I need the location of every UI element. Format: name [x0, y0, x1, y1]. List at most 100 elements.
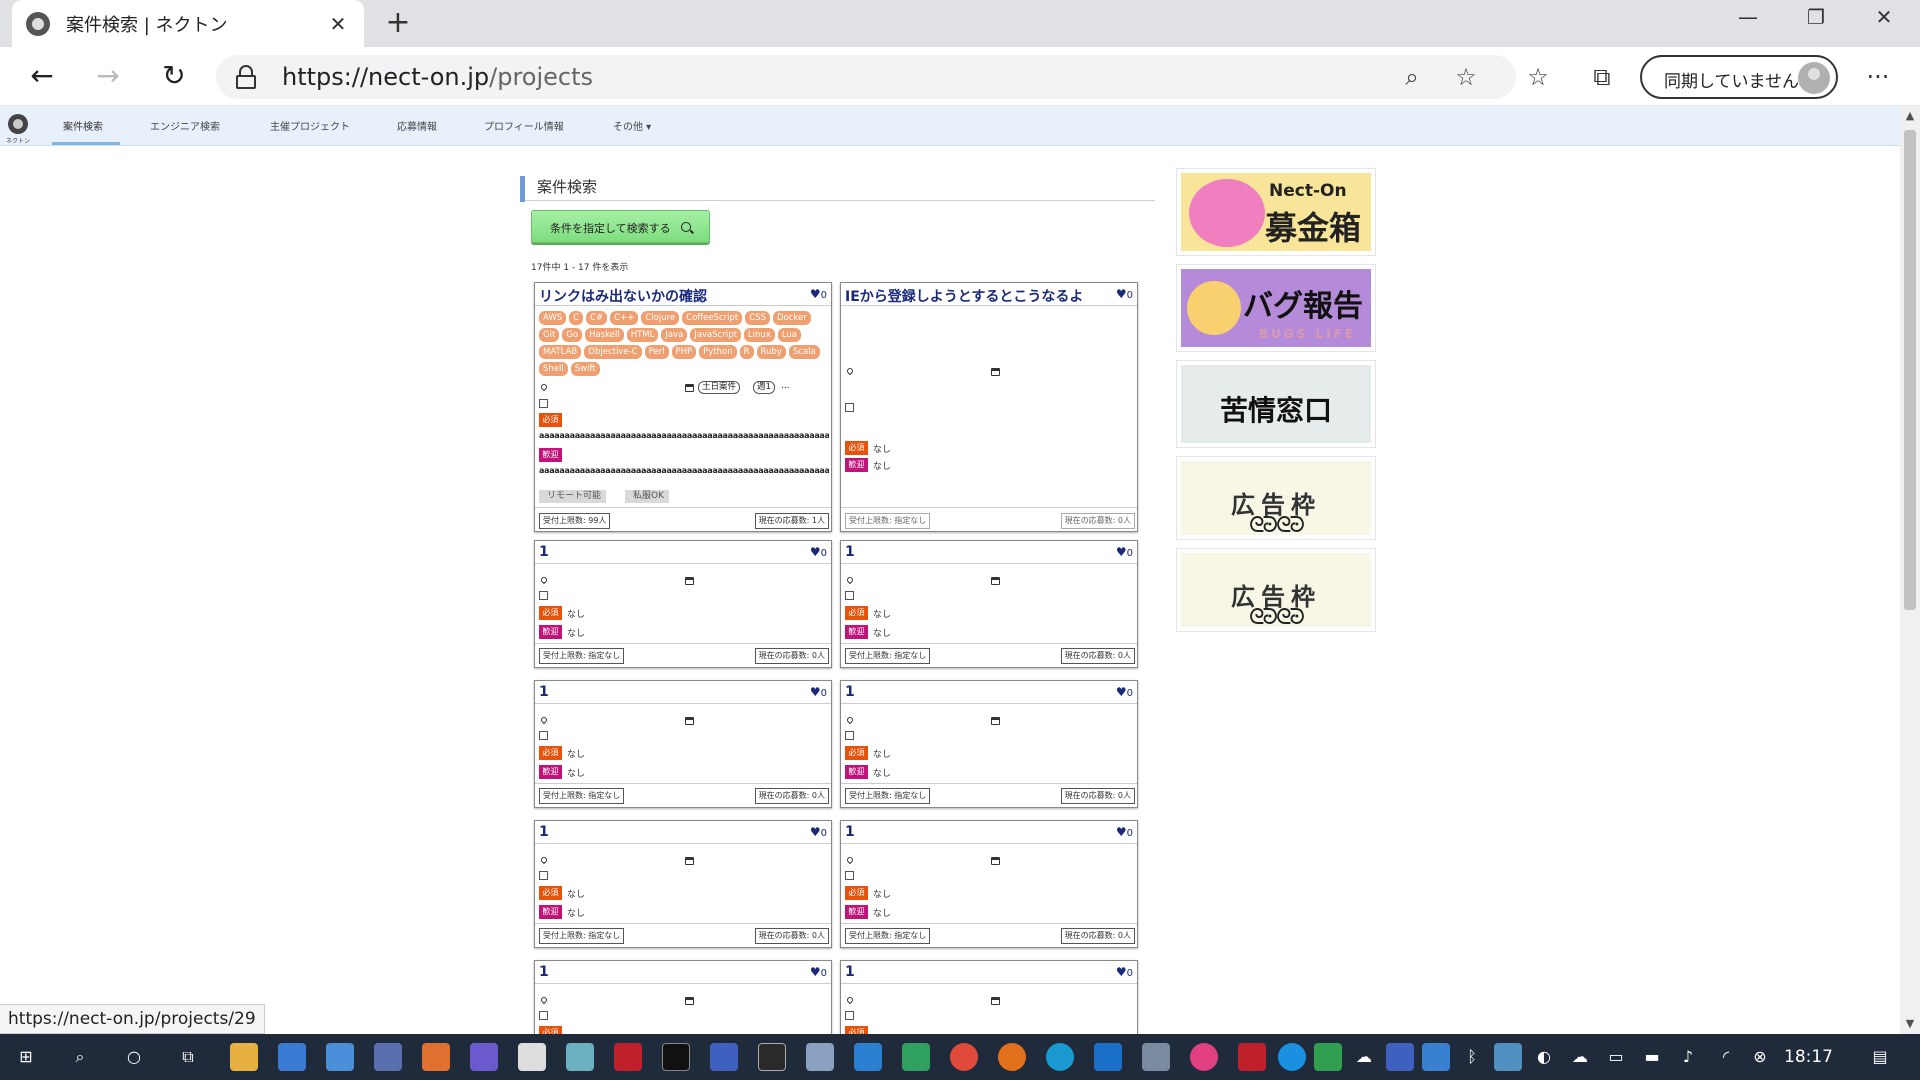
app-icon[interactable] [614, 1043, 642, 1071]
app-icon[interactable] [758, 1043, 786, 1071]
task-view-icon[interactable]: ⧉ [174, 1043, 202, 1071]
volume-icon[interactable]: ♪ [1674, 1043, 1702, 1071]
project-title[interactable]: 1 [845, 684, 855, 700]
app-icon[interactable] [1142, 1043, 1170, 1071]
window-close-button[interactable]: ✕ [1856, 0, 1912, 36]
site-logo-icon[interactable] [8, 114, 28, 134]
network-error-icon[interactable]: ⊗ [1746, 1043, 1774, 1071]
app-icon[interactable] [710, 1043, 738, 1071]
wifi-icon[interactable]: ◜ [1712, 1043, 1740, 1071]
taskbar-clock[interactable]: 18:17 [1784, 1047, 1833, 1067]
tray-app-icon[interactable] [1422, 1043, 1450, 1071]
app-icon[interactable] [518, 1043, 546, 1071]
search-icon[interactable]: ⌕ [66, 1043, 94, 1071]
notification-center-icon[interactable]: ▤ [1866, 1043, 1894, 1071]
nav-engineer-search[interactable]: エンジニア検索 [150, 118, 220, 133]
windows-start-icon[interactable]: ⊞ [12, 1043, 40, 1071]
favorite-button[interactable]: ♥0 [1116, 685, 1133, 699]
project-title[interactable]: リンクはみ出ないかの確認 [539, 286, 707, 306]
favorite-button[interactable]: ♥0 [1116, 545, 1133, 559]
refresh-button[interactable]: ↻ [154, 57, 194, 97]
project-title[interactable]: 1 [539, 684, 549, 700]
app-icon[interactable] [326, 1043, 354, 1071]
scrollbar-thumb[interactable] [1904, 130, 1916, 610]
store-icon[interactable] [278, 1043, 306, 1071]
app-icon[interactable] [470, 1043, 498, 1071]
favorite-button[interactable]: ♥0 [810, 965, 827, 979]
project-card[interactable]: 1 ♥0 必須 なし 歓迎 なし 受付上限数: 指定なし 現在の応募数: 0人 [840, 820, 1138, 948]
favorites-icon[interactable]: ☆ [1520, 59, 1556, 95]
favorite-button[interactable]: ♥0 [810, 825, 827, 839]
donation-box-banner[interactable]: Nect-On 募金箱 [1176, 168, 1376, 256]
tray-app-icon[interactable]: ☁ [1566, 1043, 1594, 1071]
nav-hosted-projects[interactable]: 主催プロジェクト [270, 118, 350, 133]
project-title[interactable]: 1 [539, 824, 549, 840]
search-conditions-button[interactable]: 条件を指定して検索する [531, 210, 710, 243]
firefox-icon[interactable] [998, 1043, 1026, 1071]
itunes-icon[interactable] [1190, 1043, 1218, 1071]
minimize-button[interactable]: — [1720, 0, 1776, 36]
terminal-icon[interactable] [662, 1043, 690, 1071]
app-icon[interactable] [806, 1043, 834, 1071]
favorite-star-icon[interactable]: ☆ [1450, 61, 1482, 93]
display-icon[interactable]: ▭ [1602, 1043, 1630, 1071]
new-tab-button[interactable]: + [380, 6, 416, 42]
bug-report-banner[interactable]: バグ報告 BUGS LIFE [1176, 264, 1376, 352]
scroll-up-arrow-icon[interactable]: ▲ [1900, 106, 1920, 126]
favorite-button[interactable]: ♥0 [1116, 287, 1133, 301]
ad-slot-banner[interactable]: 広告枠 ᘓᘒᘓᘒ [1176, 456, 1376, 540]
project-card[interactable]: 1 ♥0 必須 なし 歓迎 なし 受付上限数: 指定なし 現在の応募数: 0人 [534, 540, 832, 668]
project-title[interactable]: 1 [845, 544, 855, 560]
battery-icon[interactable]: ▬ [1638, 1043, 1666, 1071]
page-scrollbar[interactable]: ▲ ▼ [1900, 106, 1920, 1034]
project-card[interactable]: 1 ♥0 必須 なし 歓迎 なし 受付上限数: 指定なし 現在の応募数: 0人 [534, 680, 832, 808]
complaint-window-banner[interactable]: 苦情窓口 [1176, 360, 1376, 448]
security-icon[interactable] [1314, 1043, 1342, 1071]
project-title[interactable]: 1 [539, 964, 549, 980]
tray-app-icon[interactable]: ◐ [1530, 1043, 1558, 1071]
tab-close-icon[interactable]: ✕ [324, 12, 352, 36]
back-button[interactable]: ← [22, 57, 62, 97]
sync-profile-button[interactable]: 同期していません [1640, 55, 1838, 99]
onedrive-icon[interactable]: ☁ [1350, 1043, 1378, 1071]
project-title[interactable]: 1 [845, 824, 855, 840]
favorite-button[interactable]: ♥0 [1116, 965, 1133, 979]
address-url[interactable]: https://nect-on.jp/projects [282, 63, 593, 91]
project-card[interactable]: IEから登録しようとするとこうなるよ ♥0 必須 なし 歓迎 なし 受付上限数:… [840, 282, 1138, 532]
project-card[interactable]: 1 ♥0 必須 なし 歓迎 なし 受付上限数: 指定なし 現在の応募数: 0人 [840, 680, 1138, 808]
app-icon[interactable] [422, 1043, 450, 1071]
tray-app-icon[interactable] [1494, 1043, 1522, 1071]
nav-profile[interactable]: プロフィール情報 [484, 118, 564, 133]
skype-icon[interactable] [1278, 1043, 1306, 1071]
project-card[interactable]: 1 ♥0 必須 [534, 960, 832, 1034]
scroll-down-arrow-icon[interactable]: ▼ [1900, 1014, 1920, 1034]
favorite-button[interactable]: ♥0 [810, 287, 827, 301]
favorite-button[interactable]: ♥0 [810, 545, 827, 559]
forward-button[interactable]: → [88, 57, 128, 97]
address-bar[interactable]: https://nect-on.jp/projects ⌕ ☆ [216, 55, 1516, 99]
nav-project-search[interactable]: 案件検索 [63, 118, 103, 133]
edge-icon[interactable] [1046, 1043, 1074, 1071]
browser-tab-active[interactable]: 案件検索 | ネクトン ✕ [12, 0, 364, 47]
nav-applications[interactable]: 応募情報 [397, 118, 437, 133]
project-card[interactable]: 1 ♥0 必須 なし 歓迎 なし 受付上限数: 指定なし 現在の応募数: 0人 [840, 540, 1138, 668]
app-icon[interactable] [566, 1043, 594, 1071]
project-title[interactable]: 1 [845, 964, 855, 980]
bluetooth-icon[interactable]: ᛒ [1458, 1043, 1486, 1071]
collections-icon[interactable]: ⧉ [1584, 59, 1620, 95]
project-card[interactable]: 1 ♥0 必須 なし 歓迎 なし 受付上限数: 指定なし 現在の応募数: 0人 [534, 820, 832, 948]
project-card[interactable]: 1 ♥0 必須 [840, 960, 1138, 1034]
more-menu-icon[interactable]: ··· [1860, 59, 1896, 95]
project-card[interactable]: リンクはみ出ないかの確認 ♥0 AWS C C# C++ Clojure Cof… [534, 282, 832, 532]
project-title[interactable]: 1 [539, 544, 549, 560]
zoom-icon[interactable]: ⌕ [1396, 61, 1428, 93]
favorite-button[interactable]: ♥0 [810, 685, 827, 699]
ad-slot-banner[interactable]: 広告枠 ᘓᘒᘓᘒ [1176, 548, 1376, 632]
mail-icon[interactable] [854, 1043, 882, 1071]
lock-icon[interactable] [236, 65, 256, 89]
nav-more-dropdown[interactable]: その他 ▾ [613, 118, 651, 133]
favorite-button[interactable]: ♥0 [1116, 825, 1133, 839]
chrome-icon[interactable] [950, 1043, 978, 1071]
maximize-button[interactable]: ❐ [1788, 0, 1844, 36]
project-title[interactable]: IEから登録しようとするとこうなるよ [845, 286, 1083, 306]
